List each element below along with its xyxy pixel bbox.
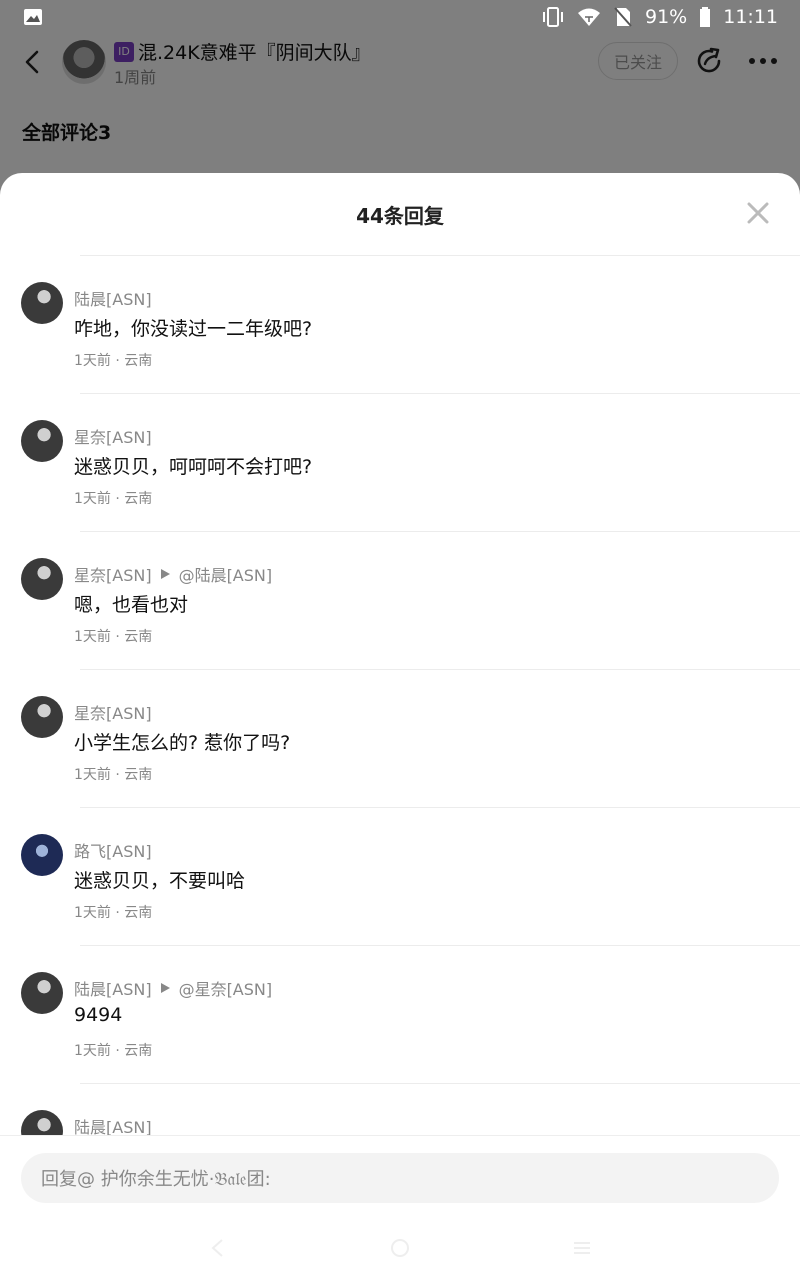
reply-user-name: 陆晨[ASN] bbox=[74, 290, 152, 309]
reply-user-name: 星奈[ASN] bbox=[74, 428, 152, 447]
replies-sheet: 44条回复 陆晨[ASN] 咋地，你没读过一二年级吧? 1天前 · 云南 星奈[… bbox=[0, 173, 800, 1280]
reply-target[interactable]: @星奈[ASN] bbox=[179, 976, 273, 1000]
reply-text: 嗯，也看也对 bbox=[74, 594, 189, 616]
reply-meta: 1天前 · 云南 bbox=[74, 353, 153, 369]
reply-meta: 1天前 · 云南 bbox=[74, 767, 153, 783]
sheet-title: 44条回复 bbox=[356, 204, 444, 228]
reply-meta: 1天前 · 云南 bbox=[74, 905, 153, 921]
status-icons: 91% 11:11 bbox=[541, 6, 778, 28]
clock: 11:11 bbox=[723, 6, 778, 28]
avatar[interactable] bbox=[21, 282, 63, 324]
reply-item[interactable]: 星奈[ASN] 小学生怎么的? 惹你了吗? 1天前 · 云南 bbox=[0, 670, 800, 808]
reply-user[interactable]: 星奈[ASN] bbox=[74, 424, 152, 448]
vibrate-icon bbox=[543, 7, 563, 27]
reply-item[interactable]: 路飞[ASN] 迷惑贝贝，不要叫哈 1天前 · 云南 bbox=[0, 808, 800, 946]
reply-text: 迷惑贝贝，不要叫哈 bbox=[74, 870, 246, 892]
reply-meta: 1天前 · 云南 bbox=[74, 491, 153, 507]
reply-item[interactable]: 陆晨[ASN] 咋地，你没读过一二年级吧? 1天前 · 云南 bbox=[0, 256, 800, 394]
reply-text: 迷惑贝贝，呵呵呵不会打吧? bbox=[74, 456, 313, 478]
no-sim-icon bbox=[614, 7, 632, 27]
avatar[interactable] bbox=[21, 834, 63, 876]
nav-back-icon[interactable] bbox=[207, 1237, 229, 1259]
reply-arrow-icon bbox=[160, 569, 170, 579]
reply-user[interactable]: 星奈[ASN] bbox=[74, 700, 152, 724]
reply-meta: 1天前 · 云南 bbox=[74, 629, 153, 645]
sheet-header: 44条回复 bbox=[0, 173, 800, 255]
reply-text: 小学生怎么的? 惹你了吗? bbox=[74, 732, 291, 754]
reply-user[interactable]: 陆晨[ASN] bbox=[74, 1114, 152, 1136]
avatar[interactable] bbox=[21, 1110, 63, 1136]
image-notification-icon bbox=[24, 9, 42, 25]
reply-user[interactable]: 路飞[ASN] bbox=[74, 838, 152, 862]
reply-user-name: 路飞[ASN] bbox=[74, 842, 152, 861]
nav-menu-icon[interactable] bbox=[571, 1237, 593, 1259]
battery-percent: 91% bbox=[645, 6, 688, 28]
reply-text: 9494 bbox=[74, 1004, 123, 1026]
avatar[interactable] bbox=[21, 972, 63, 1014]
reply-arrow-icon bbox=[160, 983, 170, 993]
nav-home-icon[interactable] bbox=[389, 1237, 411, 1259]
reply-user-name: 星奈[ASN] bbox=[74, 704, 152, 723]
reply-item[interactable]: 陆晨[ASN] @星奈[ASN] 9494 1天前 · 云南 bbox=[0, 946, 800, 1084]
reply-list[interactable]: 陆晨[ASN] 咋地，你没读过一二年级吧? 1天前 · 云南 星奈[ASN] 迷… bbox=[0, 256, 800, 1136]
avatar[interactable] bbox=[21, 420, 63, 462]
reply-user-name: 星奈[ASN] bbox=[74, 566, 152, 585]
reply-input[interactable]: 回复@ 护你余生无忧·𝔅𝔞𝔩𝔢团: bbox=[21, 1153, 779, 1203]
reply-user[interactable]: 陆晨[ASN] @星奈[ASN] bbox=[74, 976, 272, 1000]
reply-item[interactable]: 星奈[ASN] 迷惑贝贝，呵呵呵不会打吧? 1天前 · 云南 bbox=[0, 394, 800, 532]
reply-text: 咋地，你没读过一二年级吧? bbox=[74, 318, 313, 340]
battery-icon bbox=[700, 7, 711, 27]
wifi-icon bbox=[578, 8, 600, 26]
reply-item[interactable]: 星奈[ASN] @陆晨[ASN] 嗯，也看也对 1天前 · 云南 bbox=[0, 532, 800, 670]
navigation-bar bbox=[0, 1216, 800, 1280]
reply-user[interactable]: 星奈[ASN] @陆晨[ASN] bbox=[74, 562, 272, 586]
reply-item[interactable]: 陆晨[ASN] bbox=[0, 1084, 800, 1136]
reply-meta: 1天前 · 云南 bbox=[74, 1043, 153, 1059]
avatar[interactable] bbox=[21, 558, 63, 600]
reply-user[interactable]: 陆晨[ASN] bbox=[74, 286, 152, 310]
reply-target[interactable]: @陆晨[ASN] bbox=[179, 562, 273, 586]
reply-user-name: 陆晨[ASN] bbox=[74, 980, 152, 999]
avatar[interactable] bbox=[21, 696, 63, 738]
reply-user-name: 陆晨[ASN] bbox=[74, 1118, 152, 1136]
close-icon[interactable] bbox=[746, 201, 770, 225]
status-bar: 91% 11:11 bbox=[0, 0, 800, 34]
